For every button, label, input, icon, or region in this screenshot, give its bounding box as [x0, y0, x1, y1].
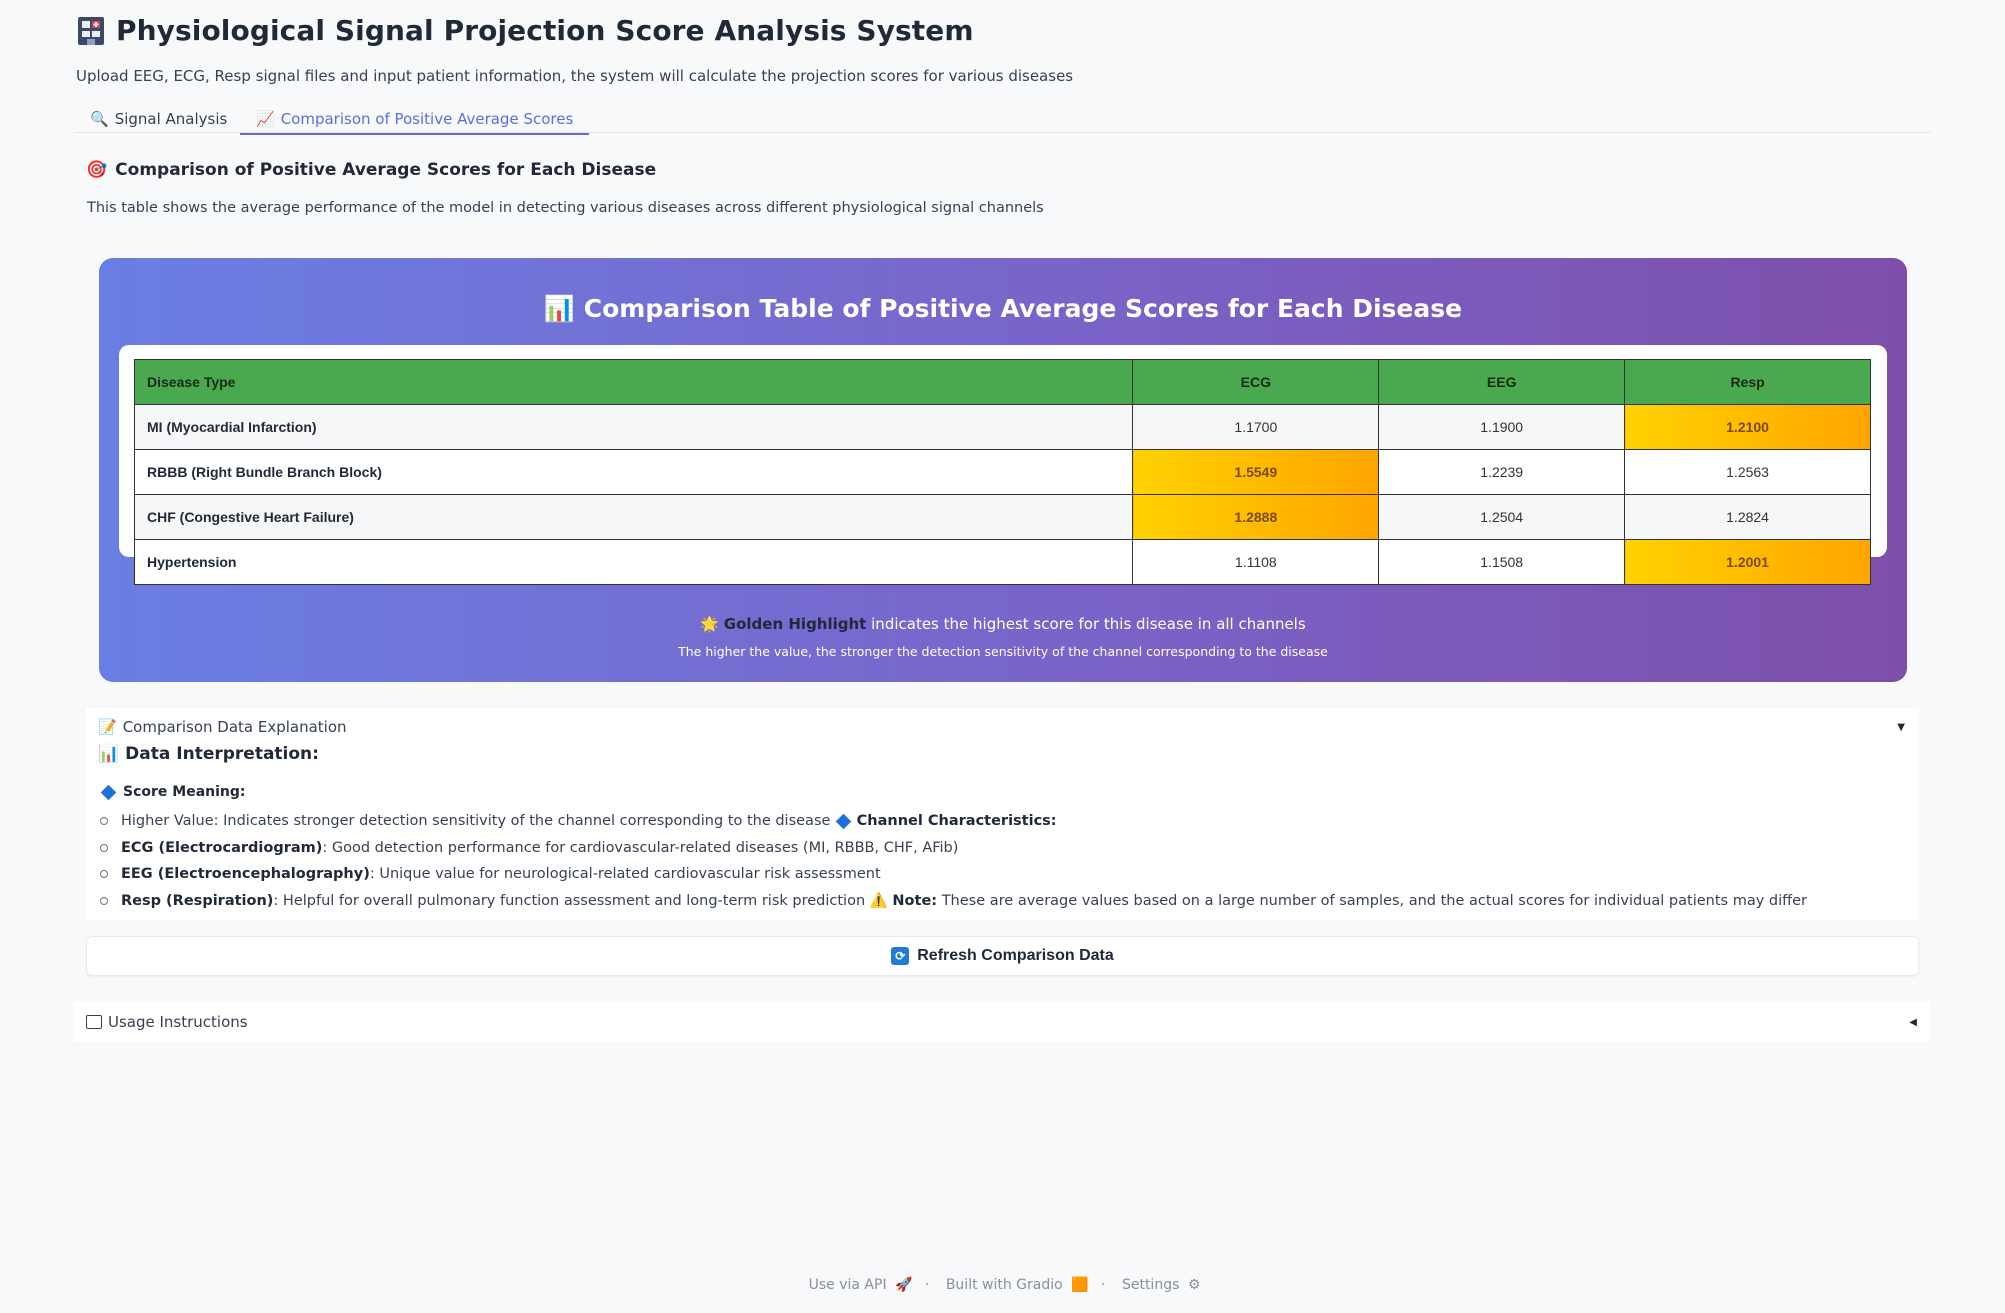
accordion-label: Comparison Data Explanation	[122, 718, 347, 736]
score-cell-eeg: 1.1900	[1378, 404, 1626, 450]
section-title: 🎯 Comparison of Positive Average Scores …	[86, 160, 656, 180]
resp-label: Resp (Respiration)	[121, 892, 274, 909]
target-icon: 🎯	[86, 160, 108, 180]
list-item: EEG (Electroencephalography) : Unique va…	[100, 861, 1807, 888]
header-eeg: EEG	[1378, 359, 1626, 405]
chart-increasing-icon: 📈	[256, 110, 275, 128]
table-container: Disease Type ECG EEG Resp MI (Myocardial…	[119, 345, 1887, 585]
note-label: Note:	[892, 892, 938, 909]
built-with-gradio-link[interactable]: Built with Gradio 🟧	[942, 1277, 1089, 1293]
disease-name-cell: Hypertension	[133, 539, 1134, 585]
interpretation-heading: 📊 Data Interpretation:	[98, 744, 319, 764]
warning-icon: ⚠️	[869, 893, 888, 910]
bar-chart-icon: 📊	[543, 294, 576, 323]
channel-characteristics-label: Channel Characteristics:	[856, 813, 1057, 830]
footer: Use via API 🚀 · Built with Gradio 🟧 · Se…	[0, 1277, 2005, 1293]
caret-left-icon[interactable]: ◀	[1909, 1017, 1917, 1028]
interpretation-heading-text: Data Interpretation:	[125, 744, 319, 764]
section-description: This table shows the average performance…	[87, 200, 1044, 216]
footer-separator: ·	[924, 1277, 930, 1293]
comparison-card: 📊 Comparison Table of Positive Average S…	[99, 258, 1907, 682]
ecg-text: : Good detection performance for cardiov…	[322, 839, 959, 856]
magnifier-icon: 🔍	[90, 110, 109, 128]
list-item: Higher Value: Indicates stronger detecti…	[100, 808, 1807, 835]
table-header-row: Disease Type ECG EEG Resp	[133, 359, 1871, 405]
bar-chart-icon: 📊	[98, 744, 120, 764]
score-cell-ecg: 1.2888	[1132, 494, 1380, 540]
usage-label: Usage Instructions	[108, 1013, 248, 1031]
page-title: Physiological Signal Projection Score An…	[116, 14, 974, 47]
disease-name-cell: MI (Myocardial Infarction)	[133, 404, 1134, 450]
scores-table: Disease Type ECG EEG Resp MI (Myocardial…	[133, 359, 1871, 585]
tab-bar: 🔍 Signal Analysis 📈 Comparison of Positi…	[74, 101, 1931, 135]
table-row: Hypertension 1.1108 1.1508 1.2001	[133, 539, 1871, 585]
book-icon	[86, 1015, 102, 1029]
table-row: CHF (Congestive Heart Failure) 1.2888 1.25…	[133, 494, 1871, 540]
blue-diamond-icon	[100, 784, 117, 800]
glowing-star-icon: 🌟	[700, 615, 720, 633]
tab-signal-analysis[interactable]: 🔍 Signal Analysis	[74, 105, 243, 133]
resp-text: : Helpful for overall pulmonary function…	[273, 892, 866, 909]
score-cell-ecg: 1.5549	[1132, 449, 1380, 495]
header-disease-type: Disease Type	[133, 359, 1134, 405]
eeg-label: EEG (Electroencephalography)	[121, 866, 370, 883]
footer-separator: ·	[1101, 1277, 1106, 1293]
table-row: RBBB (Right Bundle Branch Block) 1.5549 1.…	[133, 449, 1871, 495]
list-item: ECG (Electrocardiogram) : Good detection…	[100, 835, 1807, 862]
refresh-icon: ⟳	[891, 947, 910, 965]
score-meaning-label: Score Meaning:	[100, 784, 246, 800]
legend-bold: Golden Highlight	[723, 615, 867, 633]
legend: 🌟 Golden Highlight indicates the highest…	[99, 615, 1907, 633]
eeg-text: : Unique value for neurological-related …	[369, 866, 881, 883]
tab-comparison-scores[interactable]: 📈 Comparison of Positive Average Scores	[240, 105, 590, 135]
blue-diamond-icon	[835, 813, 852, 830]
disease-name-cell: RBBB (Right Bundle Branch Block)	[133, 449, 1134, 495]
table-row: MI (Myocardial Infarction) 1.1700 1.1900 1.…	[133, 404, 1871, 450]
score-cell-resp: 1.2001	[1624, 539, 1871, 585]
page-header: Physiological Signal Projection Score An…	[76, 14, 974, 47]
api-link-label: Use via API	[808, 1277, 887, 1293]
accordion-header[interactable]: 📝 Comparison Data Explanation	[98, 718, 347, 736]
usage-accordion-header[interactable]: Usage Instructions	[86, 1013, 248, 1031]
score-cell-resp: 1.2563	[1624, 449, 1871, 495]
settings-link[interactable]: Settings ⚙	[1118, 1277, 1200, 1293]
score-cell-eeg: 1.1508	[1378, 539, 1626, 585]
card-title-text: Comparison Table of Positive Average Sco…	[583, 294, 1463, 323]
usage-accordion: Usage Instructions ◀	[74, 1002, 1931, 1042]
note-text: These are average values based on a larg…	[941, 892, 1807, 909]
score-cell-eeg: 1.2239	[1378, 449, 1626, 495]
higher-value-text: Higher Value: Indicates stronger detecti…	[121, 813, 831, 830]
tab-label: Comparison of Positive Average Scores	[280, 110, 574, 128]
score-cell-resp: 1.2100	[1624, 404, 1871, 450]
gradio-link-label: Built with Gradio	[945, 1277, 1063, 1293]
list-item: Resp (Respiration) : Helpful for overall…	[100, 888, 1807, 915]
score-cell-resp: 1.2824	[1624, 494, 1871, 540]
tab-label: Signal Analysis	[114, 110, 228, 128]
disease-name-cell: CHF (Congestive Heart Failure)	[133, 494, 1134, 540]
score-cell-eeg: 1.2504	[1378, 494, 1626, 540]
refresh-comparison-button[interactable]: ⟳ Refresh Comparison Data	[86, 936, 1919, 976]
legend-subtext: The higher the value, the stronger the d…	[678, 644, 1328, 659]
hospital-icon	[78, 16, 104, 45]
card-title: 📊 Comparison Table of Positive Average S…	[99, 294, 1907, 324]
use-via-api-link[interactable]: Use via API 🚀	[805, 1277, 913, 1293]
settings-link-label: Settings	[1121, 1277, 1180, 1293]
ecg-label: ECG (Electrocardiogram)	[121, 839, 323, 856]
memo-icon: 📝	[98, 718, 117, 736]
section-title-text: Comparison of Positive Average Scores fo…	[115, 160, 657, 180]
score-cell-ecg: 1.1700	[1132, 404, 1380, 450]
header-ecg: ECG	[1132, 359, 1380, 405]
caret-down-icon[interactable]: ▼	[1897, 722, 1905, 733]
score-meaning-text: Score Meaning:	[123, 784, 246, 800]
explanation-accordion: 📝 Comparison Data Explanation ▼ 📊 Data I…	[86, 708, 1919, 920]
legend-text: indicates the highest score for this dis…	[871, 615, 1306, 633]
score-cell-ecg: 1.1108	[1132, 539, 1380, 585]
interpretation-list: Higher Value: Indicates stronger detecti…	[100, 808, 1807, 914]
header-resp: Resp	[1624, 359, 1871, 405]
refresh-button-label: Refresh Comparison Data	[917, 947, 1114, 964]
page-subtitle: Upload EEG, ECG, Resp signal files and i…	[76, 67, 1074, 85]
